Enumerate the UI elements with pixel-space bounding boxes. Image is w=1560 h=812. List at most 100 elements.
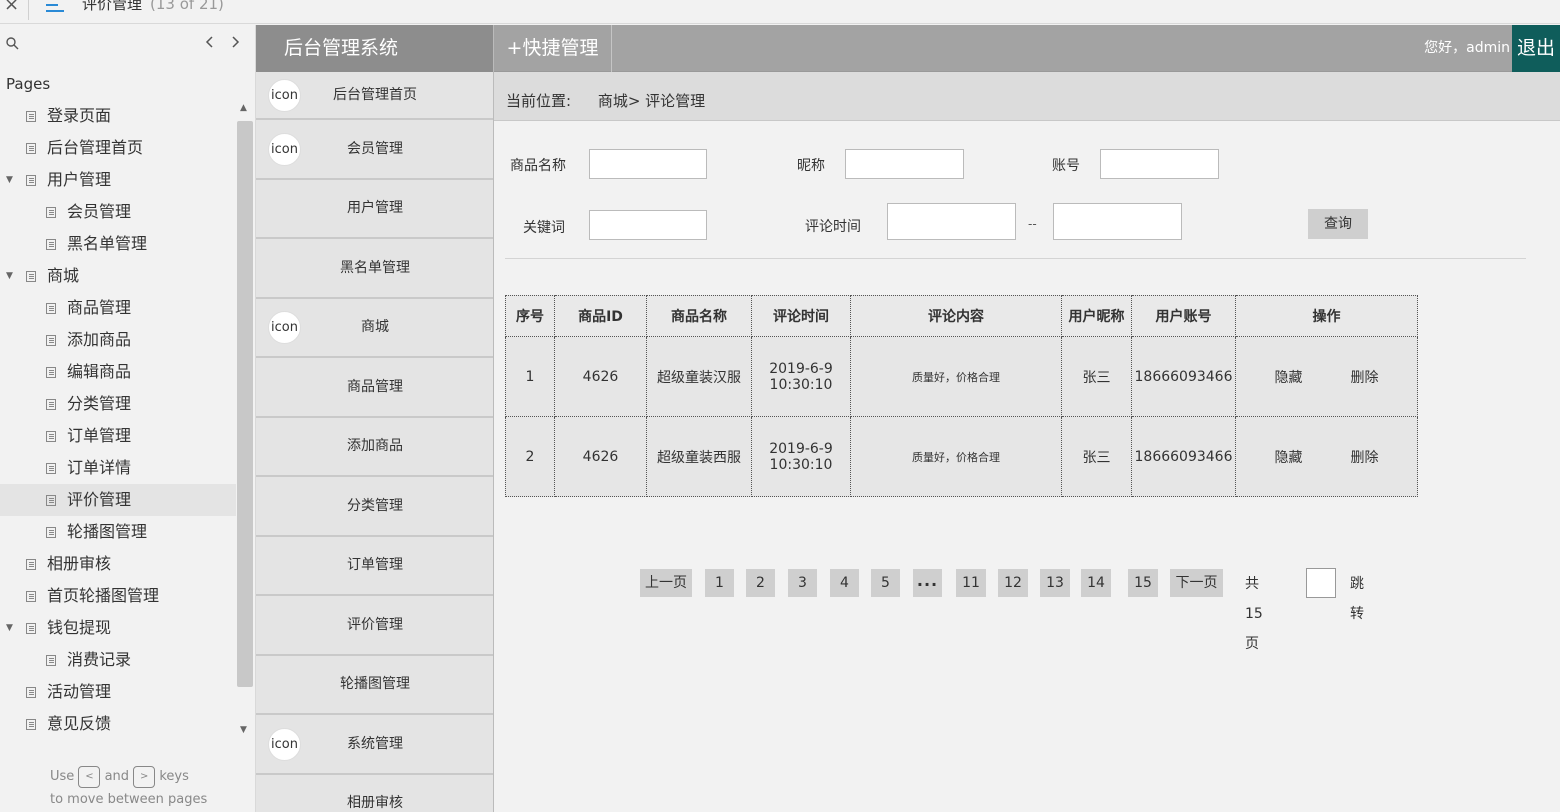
page-tree-item[interactable]: 订单管理: [0, 420, 236, 452]
page-tree-item[interactable]: 登录页面: [0, 100, 236, 132]
quick-manage-button[interactable]: +快捷管理: [494, 25, 612, 72]
page-tree-label: 分类管理: [67, 394, 132, 413]
page-icon: [26, 175, 36, 186]
page-tree-item[interactable]: 意见反馈: [0, 708, 236, 740]
jump-page-input[interactable]: [1306, 568, 1336, 598]
cell-comment-content: 质量好，价格合理: [850, 336, 1062, 417]
nickname-input[interactable]: [845, 149, 964, 179]
delete-link[interactable]: 删除: [1351, 367, 1379, 387]
page-tree-item[interactable]: ▼ 钱包提现: [0, 612, 236, 644]
page-button[interactable]: 15: [1128, 569, 1158, 597]
page-tree-item[interactable]: ▼ 商城: [0, 260, 236, 292]
page-tree-item[interactable]: 首页轮播图管理: [0, 580, 236, 612]
hide-link[interactable]: 隐藏: [1275, 447, 1303, 467]
comment-time-start-input[interactable]: [887, 203, 1016, 240]
sidebar-menu-label: 用户管理: [347, 200, 403, 217]
sidebar-menu-item[interactable]: icon 商城: [256, 298, 493, 358]
page-tree-item[interactable]: 黑名单管理: [0, 228, 236, 260]
page-tree-label: 会员管理: [67, 202, 132, 221]
hide-link[interactable]: 隐藏: [1275, 367, 1303, 387]
page-tree-item[interactable]: 相册审核: [0, 548, 236, 580]
sidebar-menu-item[interactable]: 分类管理: [256, 477, 493, 537]
comment-time-end-input[interactable]: [1053, 203, 1182, 240]
page-icon: [46, 399, 56, 410]
expand-arrow-icon[interactable]: ▼: [6, 612, 13, 644]
page-button[interactable]: 11: [956, 569, 986, 597]
cell-product-id: 4626: [554, 416, 647, 497]
app-topbar: +快捷管理 您好，admin 退出: [494, 25, 1560, 72]
jump-button[interactable]: 跳转: [1350, 569, 1364, 629]
cell-product-name: 超级童装汉服: [646, 336, 752, 417]
page-tree-item[interactable]: 编辑商品: [0, 356, 236, 388]
expand-arrow-icon[interactable]: ▼: [6, 164, 13, 196]
product-name-input[interactable]: [589, 149, 707, 179]
sidebar-menu-label: 黑名单管理: [340, 259, 410, 276]
page-tree-item[interactable]: 分类管理: [0, 388, 236, 420]
col-header-user-account: 用户账号: [1131, 295, 1236, 337]
page-tree-item[interactable]: 后台管理首页: [0, 132, 236, 164]
page-tree-label: 商城: [47, 266, 80, 285]
page-tree-item[interactable]: 会员管理: [0, 196, 236, 228]
search-icon[interactable]: [6, 37, 19, 54]
scrollbar-thumb[interactable]: [237, 121, 253, 687]
close-icon[interactable]: ×: [4, 0, 19, 15]
sidebar-menu-item[interactable]: 用户管理: [256, 179, 493, 239]
sidebar-menu-item[interactable]: 添加商品: [256, 417, 493, 477]
page-icon: [26, 591, 36, 602]
next-page-button[interactable]: 下一页: [1170, 569, 1223, 597]
sidebar-menu-item[interactable]: 商品管理: [256, 358, 493, 418]
chevron-right-icon[interactable]: [231, 34, 241, 53]
table-header-row: 序号 商品ID 商品名称 评论时间 评论内容 用户昵称 用户账号 操作: [505, 295, 1418, 337]
page-button[interactable]: 5: [871, 569, 900, 597]
query-button[interactable]: 查询: [1308, 209, 1368, 239]
page-tree-item[interactable]: ▼ 用户管理: [0, 164, 236, 196]
page-tree-item[interactable]: 添加商品: [0, 324, 236, 356]
account-input[interactable]: [1100, 149, 1219, 179]
sidebar-menu-item[interactable]: 订单管理: [256, 536, 493, 596]
page-tree-label: 相册审核: [47, 554, 112, 573]
page-count: (13 of 21): [150, 0, 224, 13]
page-tree-item[interactable]: 商品管理: [0, 292, 236, 324]
page-tree-item[interactable]: 订单详情: [0, 452, 236, 484]
sidebar-menu-label: 相册审核: [347, 795, 403, 812]
sidebar-menu-item[interactable]: icon 会员管理: [256, 120, 493, 180]
cell-actions: 隐藏 删除: [1235, 336, 1418, 417]
page-icon: [46, 335, 56, 346]
scroll-up-icon[interactable]: ▲: [240, 103, 247, 113]
chevron-left-icon[interactable]: [204, 34, 214, 53]
cell-user-account: 18666093466: [1131, 336, 1236, 417]
sidebar-menu-item[interactable]: 黑名单管理: [256, 239, 493, 299]
sidebar-menu-item[interactable]: icon 系统管理: [256, 715, 493, 775]
page-button[interactable]: 3: [788, 569, 817, 597]
page-button[interactable]: 13: [1040, 569, 1070, 597]
sidebar-menu-item[interactable]: icon 后台管理首页: [256, 72, 493, 120]
keyword-input[interactable]: [589, 210, 707, 240]
prev-page-button[interactable]: 上一页: [640, 569, 692, 597]
page-tree-label: 活动管理: [47, 682, 112, 701]
app-sidebar: icon 后台管理首页 icon 会员管理用户管理黑名单管理 icon 商城 商品管理 添加商…: [256, 72, 494, 812]
page-tree-item[interactable]: 消费记录: [0, 644, 236, 676]
page-icon: [46, 239, 56, 250]
page-icon: [46, 431, 56, 442]
comment-time-label: 评论时间: [805, 219, 861, 235]
key-next-icon: >: [133, 765, 156, 788]
page-button[interactable]: 12: [998, 569, 1028, 597]
page-tree-label: 意见反馈: [47, 714, 112, 733]
delete-link[interactable]: 删除: [1351, 447, 1379, 467]
scroll-down-icon[interactable]: ▼: [240, 725, 247, 735]
page-button[interactable]: 14: [1081, 569, 1111, 597]
sidebar-menu-item[interactable]: 相册审核: [256, 774, 493, 812]
page-button[interactable]: 4: [830, 569, 859, 597]
page-tree-item[interactable]: 轮播图管理: [0, 516, 236, 548]
page-tree-item[interactable]: 评价管理: [0, 484, 236, 516]
hamburger-menu-icon[interactable]: [46, 0, 64, 16]
page-button[interactable]: 2: [746, 569, 775, 597]
page-tree-item[interactable]: 活动管理: [0, 676, 236, 708]
sidebar-menu-item[interactable]: 轮播图管理: [256, 655, 493, 715]
expand-arrow-icon[interactable]: ▼: [6, 260, 13, 292]
sidebar-menu-item[interactable]: 评价管理: [256, 596, 493, 656]
page-button[interactable]: 1: [705, 569, 734, 597]
user-greeting: 您好，admin: [1424, 40, 1510, 56]
page-tree-label: 登录页面: [47, 106, 112, 125]
logout-button[interactable]: 退出: [1512, 25, 1560, 72]
